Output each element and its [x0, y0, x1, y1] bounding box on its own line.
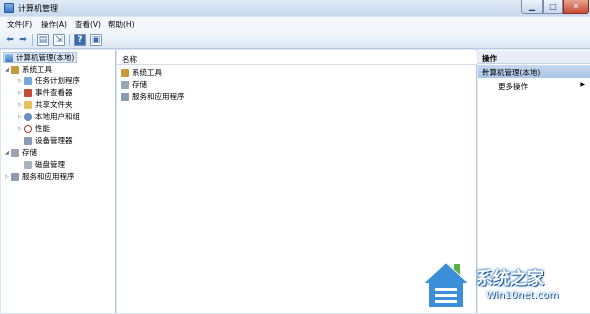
- tree-item-label: 共享文件夹: [35, 100, 73, 109]
- maximize-button[interactable]: □: [543, 0, 563, 14]
- title-bar[interactable]: 计算机管理 ▁ □ ✕: [0, 0, 590, 16]
- collapse-up-icon[interactable]: ▲: [482, 67, 586, 74]
- tree-item-label: 设备管理器: [35, 136, 73, 145]
- tree-item-label: 性能: [35, 124, 50, 133]
- column-header-name[interactable]: 名称: [117, 51, 477, 65]
- menu-file[interactable]: 文件(F): [7, 19, 32, 30]
- tools-icon: [121, 68, 129, 77]
- back-arrow-icon[interactable]: ⬅: [4, 34, 16, 46]
- tree-item-storage[interactable]: ◢ 存储: [5, 147, 37, 158]
- services-icon: [11, 172, 19, 181]
- tree-item-disk-management[interactable]: 磁盘管理: [24, 159, 65, 170]
- users-icon: [24, 112, 32, 121]
- close-button[interactable]: ✕: [563, 0, 589, 14]
- computer-management-icon: [4, 3, 14, 13]
- show-action-pane-icon[interactable]: ▣: [90, 34, 102, 46]
- list-item[interactable]: 系统工具: [121, 67, 162, 78]
- menu-help[interactable]: 帮助(H): [108, 19, 135, 30]
- list-item[interactable]: 存储: [121, 79, 147, 90]
- shared-folder-icon: [24, 100, 32, 109]
- storage-icon: [121, 80, 129, 89]
- help-icon[interactable]: ?: [74, 34, 86, 46]
- actions-header: 操作: [478, 51, 590, 64]
- storage-icon: [11, 148, 19, 157]
- toolbar-separator: [32, 34, 33, 46]
- tree-item-label: 事件查看器: [35, 88, 73, 97]
- watermark: 系统之家 Win10net.com: [418, 258, 590, 314]
- menu-action[interactable]: 操作(A): [41, 19, 67, 30]
- tools-icon: [11, 65, 19, 74]
- tree-item-label: 任务计划程序: [35, 76, 80, 85]
- tree-item-performance[interactable]: ▷ 性能: [18, 123, 50, 134]
- list-item[interactable]: 服务和应用程序: [121, 91, 185, 102]
- tree-item-label: 磁盘管理: [35, 160, 65, 169]
- tree-root-label: 计算机管理(本地): [16, 53, 75, 62]
- list-item-label: 服务和应用程序: [132, 92, 185, 101]
- tree-item-task-scheduler[interactable]: ▷ 任务计划程序: [18, 75, 80, 86]
- clock-icon: [24, 76, 32, 85]
- tree-item-label: 服务和应用程序: [22, 172, 75, 181]
- performance-icon: [24, 124, 32, 133]
- show-hide-tree-icon[interactable]: ▤: [37, 34, 49, 46]
- tree-item-system-tools[interactable]: ◢ 系统工具: [5, 64, 52, 75]
- console-tree: 计算机管理(本地) ◢ 系统工具 ▷ 任务计划程序 ▷ 事件查看器 ▷ 共享文件…: [1, 50, 116, 313]
- watermark-title: 系统之家: [476, 269, 544, 289]
- menu-bar: 文件(F) 操作(A) 查看(V) 帮助(H): [0, 17, 590, 31]
- tree-item-device-manager[interactable]: 设备管理器: [24, 135, 73, 146]
- services-icon: [121, 92, 129, 101]
- more-actions-item[interactable]: 更多操作 ▶: [478, 80, 590, 92]
- list-item-label: 系统工具: [132, 68, 162, 77]
- device-manager-icon: [24, 136, 32, 145]
- actions-section[interactable]: 计算机管理(本地) ▲: [478, 65, 590, 78]
- toolbar-separator: [69, 34, 70, 46]
- forward-arrow-icon[interactable]: ➡: [17, 34, 29, 46]
- tree-item-label: 系统工具: [22, 65, 52, 74]
- tree-item-label: 存储: [22, 148, 37, 157]
- tree-root[interactable]: 计算机管理(本地): [3, 52, 77, 63]
- column-header-label: 名称: [122, 55, 137, 64]
- window-title: 计算机管理: [18, 4, 58, 13]
- submenu-arrow-icon: ▶: [580, 81, 585, 88]
- tree-item-local-users[interactable]: ▷ 本地用户和组: [18, 111, 80, 122]
- tree-item-label: 本地用户和组: [35, 112, 80, 121]
- minimize-button[interactable]: ▁: [521, 0, 543, 14]
- disk-icon: [24, 160, 32, 169]
- tree-item-shared-folders[interactable]: ▷ 共享文件夹: [18, 99, 73, 110]
- menu-view[interactable]: 查看(V): [75, 19, 101, 30]
- tree-item-services-apps[interactable]: ▷ 服务和应用程序: [5, 171, 75, 182]
- computer-management-window: 计算机管理 ▁ □ ✕ 文件(F) 操作(A) 查看(V) 帮助(H) ⬅ ➡ …: [0, 0, 590, 314]
- actions-header-label: 操作: [482, 54, 497, 63]
- computer-icon: [5, 53, 13, 62]
- list-item-label: 存储: [132, 80, 147, 89]
- toolbar: ⬅ ➡ ▤ ⇲ ? ▣: [0, 31, 590, 49]
- export-list-icon[interactable]: ⇲: [53, 34, 65, 46]
- house-logo-icon: [419, 260, 473, 309]
- event-viewer-icon: [24, 88, 32, 97]
- tree-item-event-viewer[interactable]: ▷ 事件查看器: [18, 87, 73, 98]
- more-actions-label: 更多操作: [498, 82, 528, 91]
- watermark-url: Win10net.com: [486, 290, 559, 301]
